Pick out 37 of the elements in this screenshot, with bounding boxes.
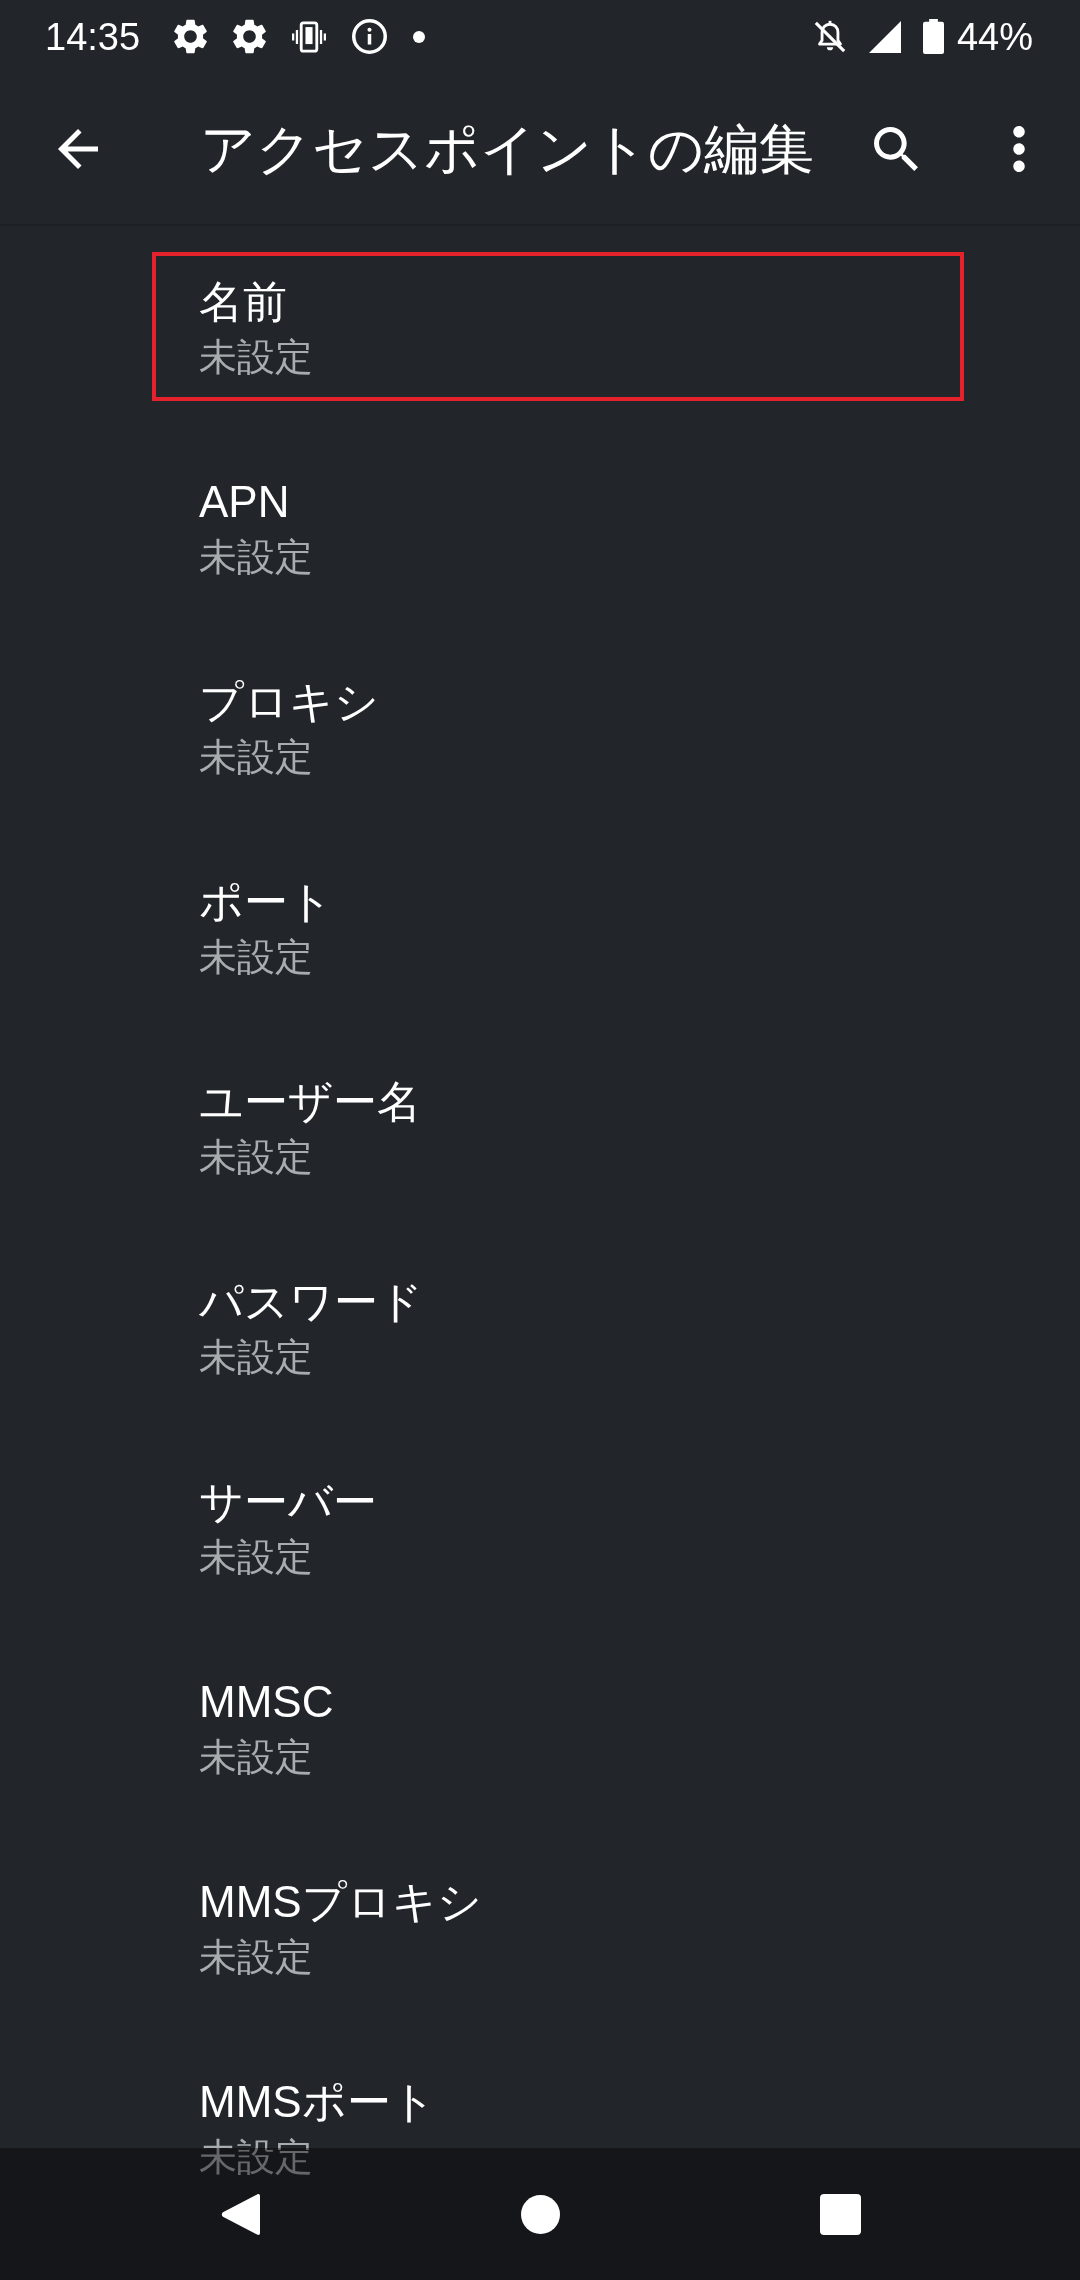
setting-title[interactable]: ポート (199, 875, 333, 929)
setting-title[interactable]: プロキシ (199, 675, 379, 729)
setting-value: 未設定 (199, 535, 313, 580)
setting-value: 未設定 (199, 2135, 313, 2180)
back-arrow-icon[interactable] (58, 128, 98, 169)
cell-signal-icon (868, 20, 901, 53)
setting-title[interactable]: サーバー (199, 1475, 377, 1529)
dot-icon (413, 30, 426, 43)
setting-title[interactable]: APN (199, 475, 290, 529)
setting-title[interactable]: 名前 (199, 275, 287, 329)
battery-icon (922, 19, 944, 54)
phone-vibrate-icon (292, 19, 327, 54)
settings-icon (174, 19, 208, 54)
setting-title[interactable]: MMSC (199, 1675, 334, 1729)
search-icon[interactable] (874, 126, 918, 171)
setting-title[interactable]: パスワード (199, 1275, 423, 1329)
bell-off-icon (812, 19, 847, 54)
setting-value: 未設定 (199, 1735, 313, 1780)
more-options-icon[interactable] (1013, 125, 1025, 172)
setting-value: 未設定 (199, 1135, 313, 1180)
settings-icon (233, 19, 267, 54)
setting-value: 未設定 (199, 935, 313, 980)
battery-percent: 44% (956, 14, 1033, 59)
app-bar-title: アクセスポイントの編集 (200, 116, 815, 182)
setting-value: 未設定 (199, 735, 313, 780)
setting-value: 未設定 (199, 335, 313, 380)
setting-title[interactable]: MMSプロキシ (199, 1875, 482, 1929)
setting-value: 未設定 (199, 1935, 313, 1980)
status-time: 14:35 (45, 14, 141, 59)
recent-apps-icon[interactable] (819, 2193, 861, 2235)
setting-value: 未設定 (199, 1335, 313, 1380)
setting-title[interactable]: ユーザー名 (199, 1075, 421, 1129)
setting-value: 未設定 (199, 1535, 313, 1580)
setting-title[interactable]: MMSポート (199, 2075, 436, 2129)
info-icon (352, 19, 388, 54)
home-icon[interactable] (520, 2194, 560, 2234)
back-icon[interactable] (220, 2191, 260, 2237)
